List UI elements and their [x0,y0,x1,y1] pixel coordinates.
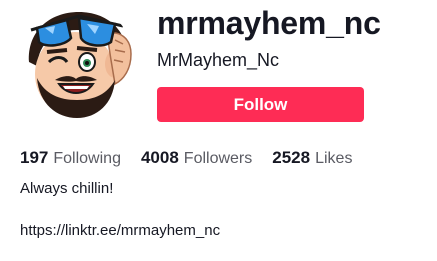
following-count: 197 [20,148,49,167]
followers-label: Followers [183,150,253,167]
stat-likes: 2528 Likes [272,148,352,169]
profile-stats: 197 Following 4008 Followers 2528 Likes [20,148,352,169]
avatar-image [19,4,135,120]
stat-following[interactable]: 197 Following [20,148,121,169]
stat-followers[interactable]: 4008 Followers [141,148,252,169]
profile-link[interactable]: https://linktr.ee/mrmayhem_nc [20,222,220,240]
likes-count: 2528 [272,148,311,167]
avatar[interactable] [19,4,135,120]
following-label: Following [53,150,121,167]
follow-button[interactable]: Follow [157,87,364,122]
username: mrmayhem_nc [157,5,381,41]
nickname: MrMayhem_Nc [157,50,280,70]
followers-count: 4008 [140,148,179,167]
likes-label: Likes [315,150,353,167]
bio-text: Always chillin! [20,180,114,197]
